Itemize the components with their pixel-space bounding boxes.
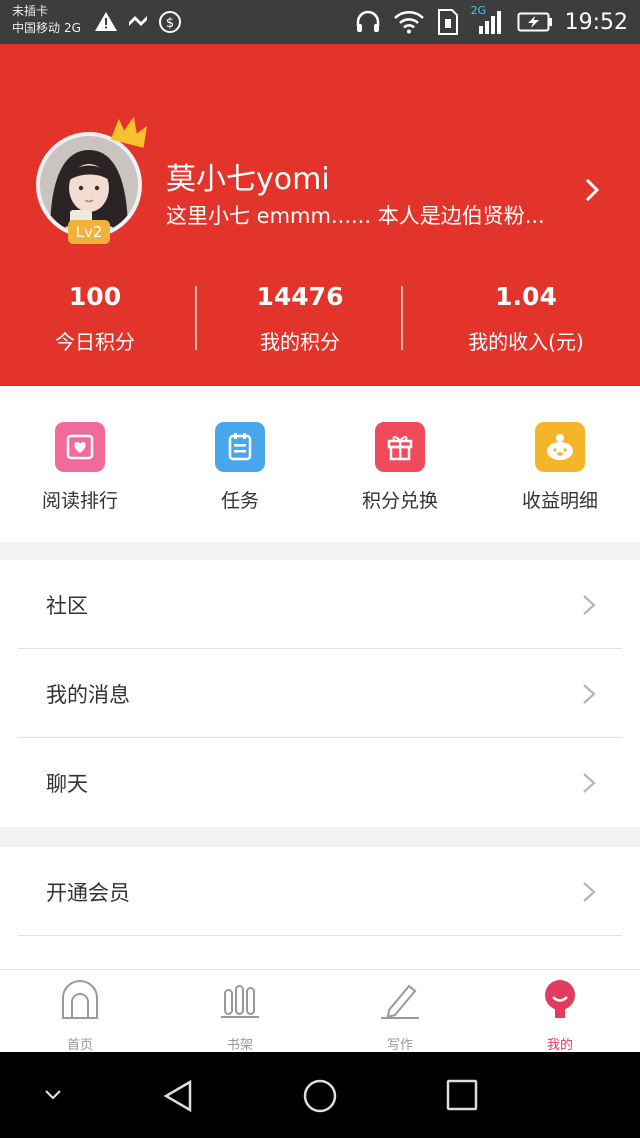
- shortcut-label: 阅读排行: [41, 490, 118, 512]
- warning-icon: [95, 12, 117, 31]
- stat-value: 14476: [256, 282, 344, 311]
- user-bio[interactable]: 这里小七 emmm...... 本人是边伯贤粉...: [166, 200, 586, 230]
- shortcut-grid: 阅读排行 任务 积分兑换 收益明细: [0, 386, 640, 542]
- recent-apps-icon[interactable]: [446, 1079, 478, 1111]
- level-badge: Lv2: [68, 220, 110, 244]
- carrier-line1: 未插卡: [12, 4, 49, 18]
- stat-divider: [195, 286, 197, 350]
- nav-label: 写作: [386, 1038, 413, 1053]
- stat-value: 1.04: [495, 282, 557, 311]
- piggy-icon: [535, 422, 585, 472]
- system-navigation-bar: [0, 1052, 640, 1138]
- shortcut-reading-rank[interactable]: 阅读排行: [0, 422, 160, 513]
- chevron-right-icon[interactable]: [584, 177, 600, 203]
- chevron-right-icon: [583, 773, 596, 793]
- menu-item-label: 我的消息: [46, 682, 130, 707]
- menu-item-label: 社区: [46, 593, 88, 618]
- bookshelf-icon: [221, 985, 259, 1018]
- notification-icon: [129, 16, 147, 26]
- back-icon[interactable]: [160, 1078, 196, 1114]
- shortcut-points-exchange[interactable]: 积分兑换: [320, 422, 480, 513]
- signal-icon: [478, 11, 501, 34]
- nav-home[interactable]: 首页: [0, 978, 160, 1053]
- chevron-right-icon: [583, 595, 596, 615]
- gift-icon: [375, 422, 425, 472]
- shortcut-income-detail[interactable]: 收益明细: [480, 422, 640, 513]
- nav-label: 我的: [546, 1038, 573, 1053]
- carrier-line2: 中国移动: [12, 21, 61, 35]
- currency-icon: $: [159, 11, 181, 33]
- stats-row: 100 今日积分 14476 我的积分 1.04 我的收入(元): [0, 280, 640, 360]
- heart-card-icon: [55, 422, 105, 472]
- profile-header: Lv2 莫小七yomi 这里小七 emmm...... 本人是边伯贤粉... 1…: [0, 44, 640, 386]
- carrier-info: 未插卡 中国移动 2G: [12, 3, 81, 37]
- network-type: 2G: [64, 21, 81, 35]
- wifi-icon: [393, 11, 424, 34]
- chevron-right-icon: [583, 684, 596, 704]
- nav-bookshelf[interactable]: 书架: [160, 978, 320, 1053]
- nav-label: 书架: [226, 1038, 253, 1053]
- stat-label: 今日积分: [55, 330, 135, 354]
- shortcut-label: 任务: [220, 490, 259, 512]
- sim-icon: [437, 9, 458, 35]
- stat-value: 100: [68, 282, 122, 311]
- chevron-right-icon: [583, 882, 596, 902]
- divider: [18, 935, 622, 936]
- svg-text:$: $: [166, 16, 174, 31]
- menu-item-chat[interactable]: 聊天: [0, 738, 640, 827]
- profile-icon: [545, 980, 575, 1018]
- menu-group-2: 开通会员: [0, 847, 640, 969]
- shortcut-label: 积分兑换: [361, 490, 438, 512]
- stat-label: 我的收入(元): [468, 330, 584, 354]
- username[interactable]: 莫小七yomi: [166, 154, 330, 198]
- battery-icon: [517, 12, 552, 32]
- home-arch-icon: [62, 980, 98, 1019]
- nav-mine[interactable]: 我的: [480, 978, 640, 1053]
- pencil-icon: [381, 984, 419, 1019]
- bottom-navigation: 首页 书架 写作 我的: [0, 969, 640, 1053]
- notepad-icon: [215, 422, 265, 472]
- shortcut-label: 收益明细: [521, 490, 598, 512]
- home-icon[interactable]: [302, 1078, 338, 1114]
- clock: 19:52: [564, 9, 628, 35]
- headphones-icon: [356, 10, 379, 32]
- stat-label: 我的积分: [260, 330, 340, 354]
- menu-item-membership[interactable]: 开通会员: [0, 847, 640, 936]
- nav-write[interactable]: 写作: [320, 978, 480, 1053]
- menu-item-messages[interactable]: 我的消息: [0, 649, 640, 738]
- stat-today-points[interactable]: 100 今日积分: [0, 280, 195, 355]
- menu-item-label: 开通会员: [46, 880, 130, 905]
- menu-item-label: 聊天: [46, 771, 88, 796]
- menu-group-1: 社区 我的消息 聊天: [0, 560, 640, 827]
- menu-item-community[interactable]: 社区: [0, 560, 640, 649]
- stat-divider: [401, 286, 403, 350]
- crown-icon: [110, 116, 147, 148]
- stat-my-points[interactable]: 14476 我的积分: [200, 280, 400, 355]
- status-bar: 未插卡 中国移动 2G $ 2G 19:52: [0, 0, 640, 44]
- stat-my-income[interactable]: 1.04 我的收入(元): [426, 280, 626, 355]
- shortcut-tasks[interactable]: 任务: [160, 422, 320, 513]
- chevron-down-icon[interactable]: [42, 1088, 64, 1102]
- signal-strength: 2G: [471, 4, 505, 36]
- nav-label: 首页: [66, 1038, 93, 1053]
